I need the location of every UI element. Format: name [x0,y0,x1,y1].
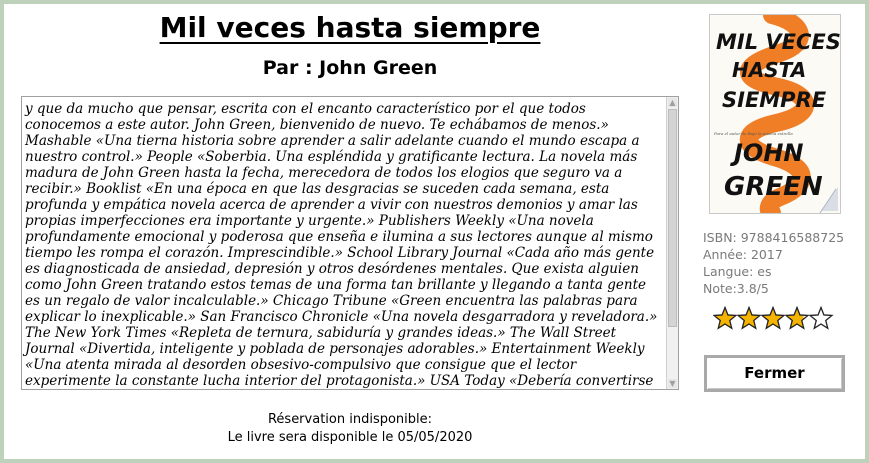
description-text: y que da mucho que pensar, escrita con e… [25,101,658,389]
cover-tagline: Para el autor de Bajo la misma estrella [713,131,793,136]
scroll-down-arrow-icon[interactable]: ▼ [668,379,677,388]
star-icon [712,305,738,330]
language-text: Langue: es [703,264,772,279]
author-line: Par : John Green [262,57,438,79]
star-icon [784,305,810,330]
cover-title-line1: MIL VECES [716,30,840,54]
rating-stars [712,305,843,332]
book-info: ISBN: 9788416588725 Année: 2017 Langue: … [703,229,863,297]
cover-title-line3: SIEMPRE [722,88,827,112]
book-cover: MIL VECES HASTA SIEMPRE JOHN GREEN Para … [709,14,841,214]
star-icon [736,305,762,330]
book-title: Mil veces hasta siempre [159,11,541,44]
star-icon [760,305,786,330]
cover-title-line2: HASTA [732,58,806,82]
isbn-text: ISBN: 9788416588725 [703,230,845,245]
close-button[interactable]: Fermer [704,355,845,392]
description-scrollbar[interactable]: ▲ ▼ [666,97,678,389]
cover-author-line1: JOHN [730,139,804,167]
scrollbar-thumb[interactable] [668,109,677,327]
scroll-up-arrow-icon[interactable]: ▲ [668,98,677,107]
description-box[interactable]: y que da mucho que pensar, escrita con e… [21,96,679,390]
reservation-status: Réservation indisponible: Le livre sera … [0,411,700,447]
reservation-status-line: Réservation indisponible: [267,412,433,427]
book-cover-image: MIL VECES HASTA SIEMPRE JOHN GREEN Para … [710,15,840,213]
rating-stars-graphic [712,305,834,330]
cover-author-line2: GREEN [724,172,823,202]
star-icon [808,305,834,330]
rating-text: Note:3.8/5 [703,281,769,296]
availability-date-line: Le livre sera disponible le 05/05/2020 [227,430,473,445]
year-text: Année: 2017 [703,247,783,262]
